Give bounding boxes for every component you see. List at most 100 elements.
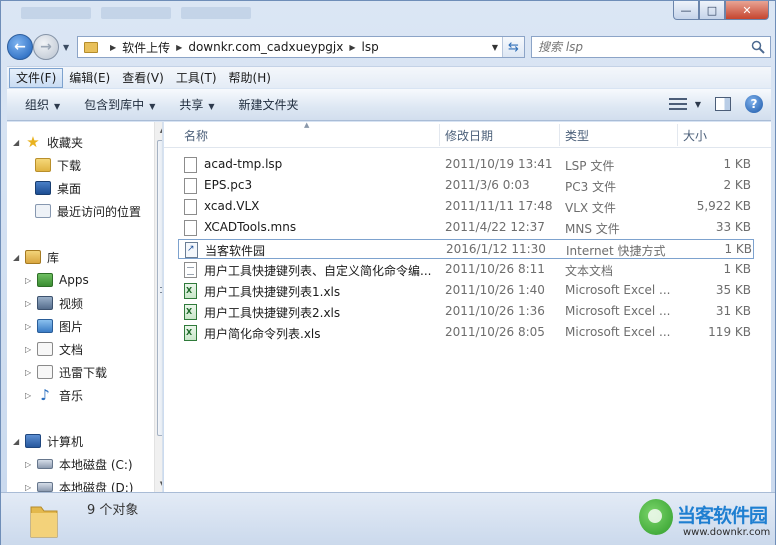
tree-item-pictures[interactable]: ▷ 图片 <box>25 316 83 336</box>
search-input[interactable] <box>538 40 738 54</box>
title-bar[interactable]: — □ ✕ <box>1 1 775 31</box>
search-icon[interactable] <box>751 40 765 54</box>
folder-icon <box>84 41 98 53</box>
minimize-button[interactable]: — <box>673 1 699 20</box>
hard-drive-icon <box>37 459 53 469</box>
tree-item-apps[interactable]: ▷ Apps <box>25 270 89 290</box>
details-pane: 9 个对象 当客软件园 www.downkr.com <box>1 492 775 545</box>
tree-item-drive-c[interactable]: ▷ 本地磁盘 (C:) <box>25 454 133 474</box>
apps-library-icon <box>37 273 53 287</box>
chevron-right-icon[interactable]: ▶ <box>349 43 355 52</box>
arrow-left-icon: ← <box>14 39 26 55</box>
expand-icon[interactable]: ▷ <box>25 345 35 354</box>
file-row-selected[interactable]: 当客软件园 2016/1/12 11:30 Internet 快捷方式 1 KB <box>178 239 754 259</box>
search-box[interactable] <box>531 36 771 58</box>
close-button[interactable]: ✕ <box>725 1 769 20</box>
tree-computer[interactable]: ◢ 计算机 <box>13 431 83 451</box>
tree-item-xunlei[interactable]: ▷ 迅雷下载 <box>25 362 107 382</box>
breadcrumb-item[interactable]: downkr.com_cadxueypgjx <box>188 40 343 54</box>
menu-tools[interactable]: 工具(T) <box>170 68 223 88</box>
expand-icon[interactable]: ▷ <box>25 460 35 469</box>
file-icon <box>184 178 197 194</box>
file-row[interactable]: 用户工具快捷键列表2.xls 2011/10/26 1:36 Microsoft… <box>178 302 754 322</box>
new-folder-button[interactable]: 新建文件夹 <box>227 96 311 113</box>
collapse-icon[interactable]: ◢ <box>13 253 23 262</box>
file-date: 2011/10/26 8:05 <box>445 325 545 339</box>
file-type: LSP 文件 <box>565 159 615 173</box>
help-icon[interactable]: ? <box>745 95 763 113</box>
file-row[interactable]: 用户工具快捷键列表1.xls 2011/10/26 1:40 Microsoft… <box>178 281 754 301</box>
file-type: Microsoft Excel ... <box>565 304 671 318</box>
column-type[interactable]: 类型 <box>565 127 589 144</box>
recent-places-icon <box>35 204 51 218</box>
expand-icon[interactable]: ▷ <box>25 483 35 492</box>
breadcrumb-item[interactable]: lsp <box>362 40 379 54</box>
scroll-down-icon[interactable]: ▼ <box>155 476 162 491</box>
download-library-icon <box>37 365 53 379</box>
change-view-button[interactable]: ▼ <box>668 97 701 111</box>
breadcrumb-item[interactable]: 软件上传 <box>122 39 170 56</box>
tree-item-music[interactable]: ▷ ♪ 音乐 <box>25 385 83 405</box>
expand-icon[interactable]: ▷ <box>25 391 35 400</box>
file-date: 2011/10/19 13:41 <box>445 157 553 171</box>
recent-pages-dropdown[interactable]: ▼ <box>63 43 69 52</box>
library-icon <box>25 250 41 264</box>
tree-item-desktop[interactable]: 桌面 <box>35 178 81 198</box>
back-button[interactable]: ← <box>7 34 33 60</box>
refresh-button[interactable]: ⇆ <box>502 37 524 57</box>
collapse-icon[interactable]: ◢ <box>13 437 23 446</box>
file-row[interactable]: acad-tmp.lsp 2011/10/19 13:41 LSP 文件 1 K… <box>178 155 754 175</box>
chevron-down-icon: ▼ <box>694 99 701 109</box>
tree-item-videos[interactable]: ▷ 视频 <box>25 293 83 313</box>
menu-view[interactable]: 查看(V) <box>116 68 170 88</box>
column-name[interactable]: 名称 <box>184 127 208 144</box>
share-button[interactable]: 共享 ▼ <box>167 96 226 113</box>
explorer-window: — □ ✕ ← → ▼ ▶ 软件上传 ▶ downkr.com_cadxueyp… <box>0 0 776 545</box>
scrollbar-thumb[interactable] <box>157 140 162 436</box>
view-controls: ▼ ? <box>668 95 763 113</box>
organize-button[interactable]: 组织 ▼ <box>13 96 72 113</box>
tree-item-drive-d[interactable]: ▷ 本地磁盘 (D:) <box>25 477 133 492</box>
downloads-folder-icon <box>35 158 51 172</box>
chevron-right-icon[interactable]: ▶ <box>176 43 182 52</box>
grip-icon <box>160 287 162 293</box>
column-size[interactable]: 大小 <box>683 127 707 144</box>
tree-libraries[interactable]: ◢ 库 <box>13 247 59 267</box>
expand-icon[interactable]: ▷ <box>25 322 35 331</box>
shortcut-icon <box>185 242 198 258</box>
tree-item-documents[interactable]: ▷ 文档 <box>25 339 83 359</box>
menu-file[interactable]: 文件(F) <box>9 67 64 88</box>
preview-pane-icon[interactable] <box>715 97 731 111</box>
file-row[interactable]: 用户工具快捷键列表、自定义简化命令编... 2011/10/26 8:11 文本… <box>178 260 754 280</box>
tree-item-recent[interactable]: 最近访问的位置 <box>35 201 141 221</box>
scroll-up-icon[interactable]: ▲ <box>155 122 162 137</box>
tree-favorites[interactable]: ◢ ★ 收藏夹 <box>13 132 83 152</box>
expand-icon[interactable]: ▷ <box>25 368 35 377</box>
file-name: 用户工具快捷键列表、自定义简化命令编... <box>204 264 432 278</box>
file-name: XCADTools.mns <box>204 220 297 234</box>
sort-ascending-icon: ▲ <box>304 121 310 129</box>
watermark-logo: 当客软件园 www.downkr.com <box>639 499 773 543</box>
window-controls: — □ ✕ <box>673 1 769 20</box>
file-row[interactable]: xcad.VLX 2011/11/11 17:48 VLX 文件 5,922 K… <box>178 197 754 217</box>
collapse-icon[interactable]: ◢ <box>13 138 23 147</box>
column-date[interactable]: 修改日期 <box>445 127 493 144</box>
file-row[interactable]: 用户简化命令列表.xls 2011/10/26 8:05 Microsoft E… <box>178 323 754 343</box>
chevron-right-icon[interactable]: ▶ <box>110 43 116 52</box>
expand-icon[interactable]: ▷ <box>25 276 35 285</box>
menu-bar: 文件(F) 编辑(E) 查看(V) 工具(T) 帮助(H) <box>7 66 771 88</box>
address-history-dropdown[interactable]: ▼ <box>492 43 498 52</box>
forward-button[interactable]: → <box>33 34 59 60</box>
tree-item-downloads[interactable]: 下载 <box>35 155 81 175</box>
menu-edit[interactable]: 编辑(E) <box>63 68 116 88</box>
expand-icon[interactable]: ▷ <box>25 299 35 308</box>
navigation-bar: ← → ▼ ▶ 软件上传 ▶ downkr.com_cadxueypgjx ▶ … <box>7 34 771 60</box>
file-row[interactable]: EPS.pc3 2011/3/6 0:03 PC3 文件 2 KB <box>178 176 754 196</box>
file-row[interactable]: XCADTools.mns 2011/4/22 12:37 MNS 文件 33 … <box>178 218 754 238</box>
maximize-button[interactable]: □ <box>699 1 725 20</box>
navigation-scrollbar[interactable]: ▲ ▼ <box>154 122 162 492</box>
file-type: Microsoft Excel ... <box>565 325 671 339</box>
include-in-library-button[interactable]: 包含到库中 ▼ <box>72 96 167 113</box>
address-bar[interactable]: ▶ 软件上传 ▶ downkr.com_cadxueypgjx ▶ lsp ▼ … <box>77 36 525 58</box>
menu-help[interactable]: 帮助(H) <box>223 68 277 88</box>
